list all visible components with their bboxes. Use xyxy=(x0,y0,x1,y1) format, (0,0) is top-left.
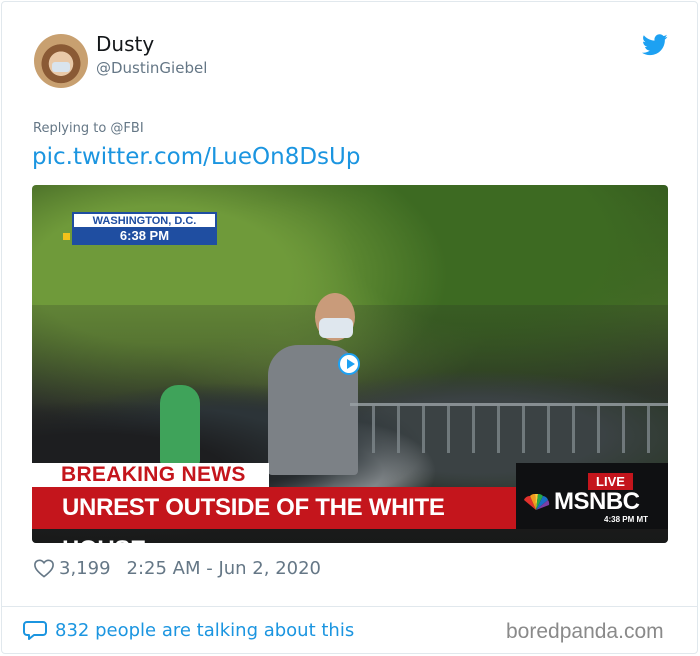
author-handle[interactable]: @DustinGiebel xyxy=(96,59,207,77)
video-fence xyxy=(350,403,668,453)
video-face-mask xyxy=(319,318,353,338)
network-bug: LIVE MSNBC 4:38 PM MT xyxy=(516,463,668,529)
heart-icon[interactable] xyxy=(33,558,55,578)
author-display-name[interactable]: Dusty xyxy=(96,32,154,56)
locator-box: WASHINGTON, D.C. 6:38 PM xyxy=(72,212,217,245)
peacock-logo-icon xyxy=(524,494,550,510)
location-time: 6:38 PM xyxy=(72,227,217,245)
location-label: WASHINGTON, D.C. xyxy=(72,212,217,227)
locator-accent xyxy=(63,233,70,240)
replying-to-label: Replying to @FBI xyxy=(33,121,144,136)
avatar-mask-detail xyxy=(52,62,70,72)
tweet-timestamp[interactable]: 2:25 AM - Jun 2, 2020 xyxy=(127,558,321,579)
twitter-bird-icon[interactable] xyxy=(642,34,668,56)
play-icon[interactable] xyxy=(338,353,360,375)
network-name: MSNBC xyxy=(554,488,640,515)
talking-label: 832 people are talking about this xyxy=(55,619,355,641)
news-headline: UNREST OUTSIDE OF THE WHITE HOUSE xyxy=(32,487,516,543)
avatar[interactable] xyxy=(34,34,88,88)
conversation-link[interactable]: 832 people are talking about this xyxy=(23,619,354,641)
footer-divider xyxy=(1,606,698,607)
like-count[interactable]: 3,199 xyxy=(59,558,111,579)
speech-bubble-icon xyxy=(23,621,47,640)
media-link[interactable]: pic.twitter.com/LueOn8DsUp xyxy=(32,144,360,170)
video-figure-green xyxy=(160,385,200,465)
network-clock: 4:38 PM MT xyxy=(604,515,649,524)
breaking-news-label: BREAKING NEWS xyxy=(32,463,269,487)
tweet-meta: 3,199 2:25 AM - Jun 2, 2020 xyxy=(33,556,321,580)
watermark: boredpanda.com xyxy=(506,620,664,643)
embedded-video[interactable]: WASHINGTON, D.C. 6:38 PM BREAKING NEWS U… xyxy=(32,185,668,543)
